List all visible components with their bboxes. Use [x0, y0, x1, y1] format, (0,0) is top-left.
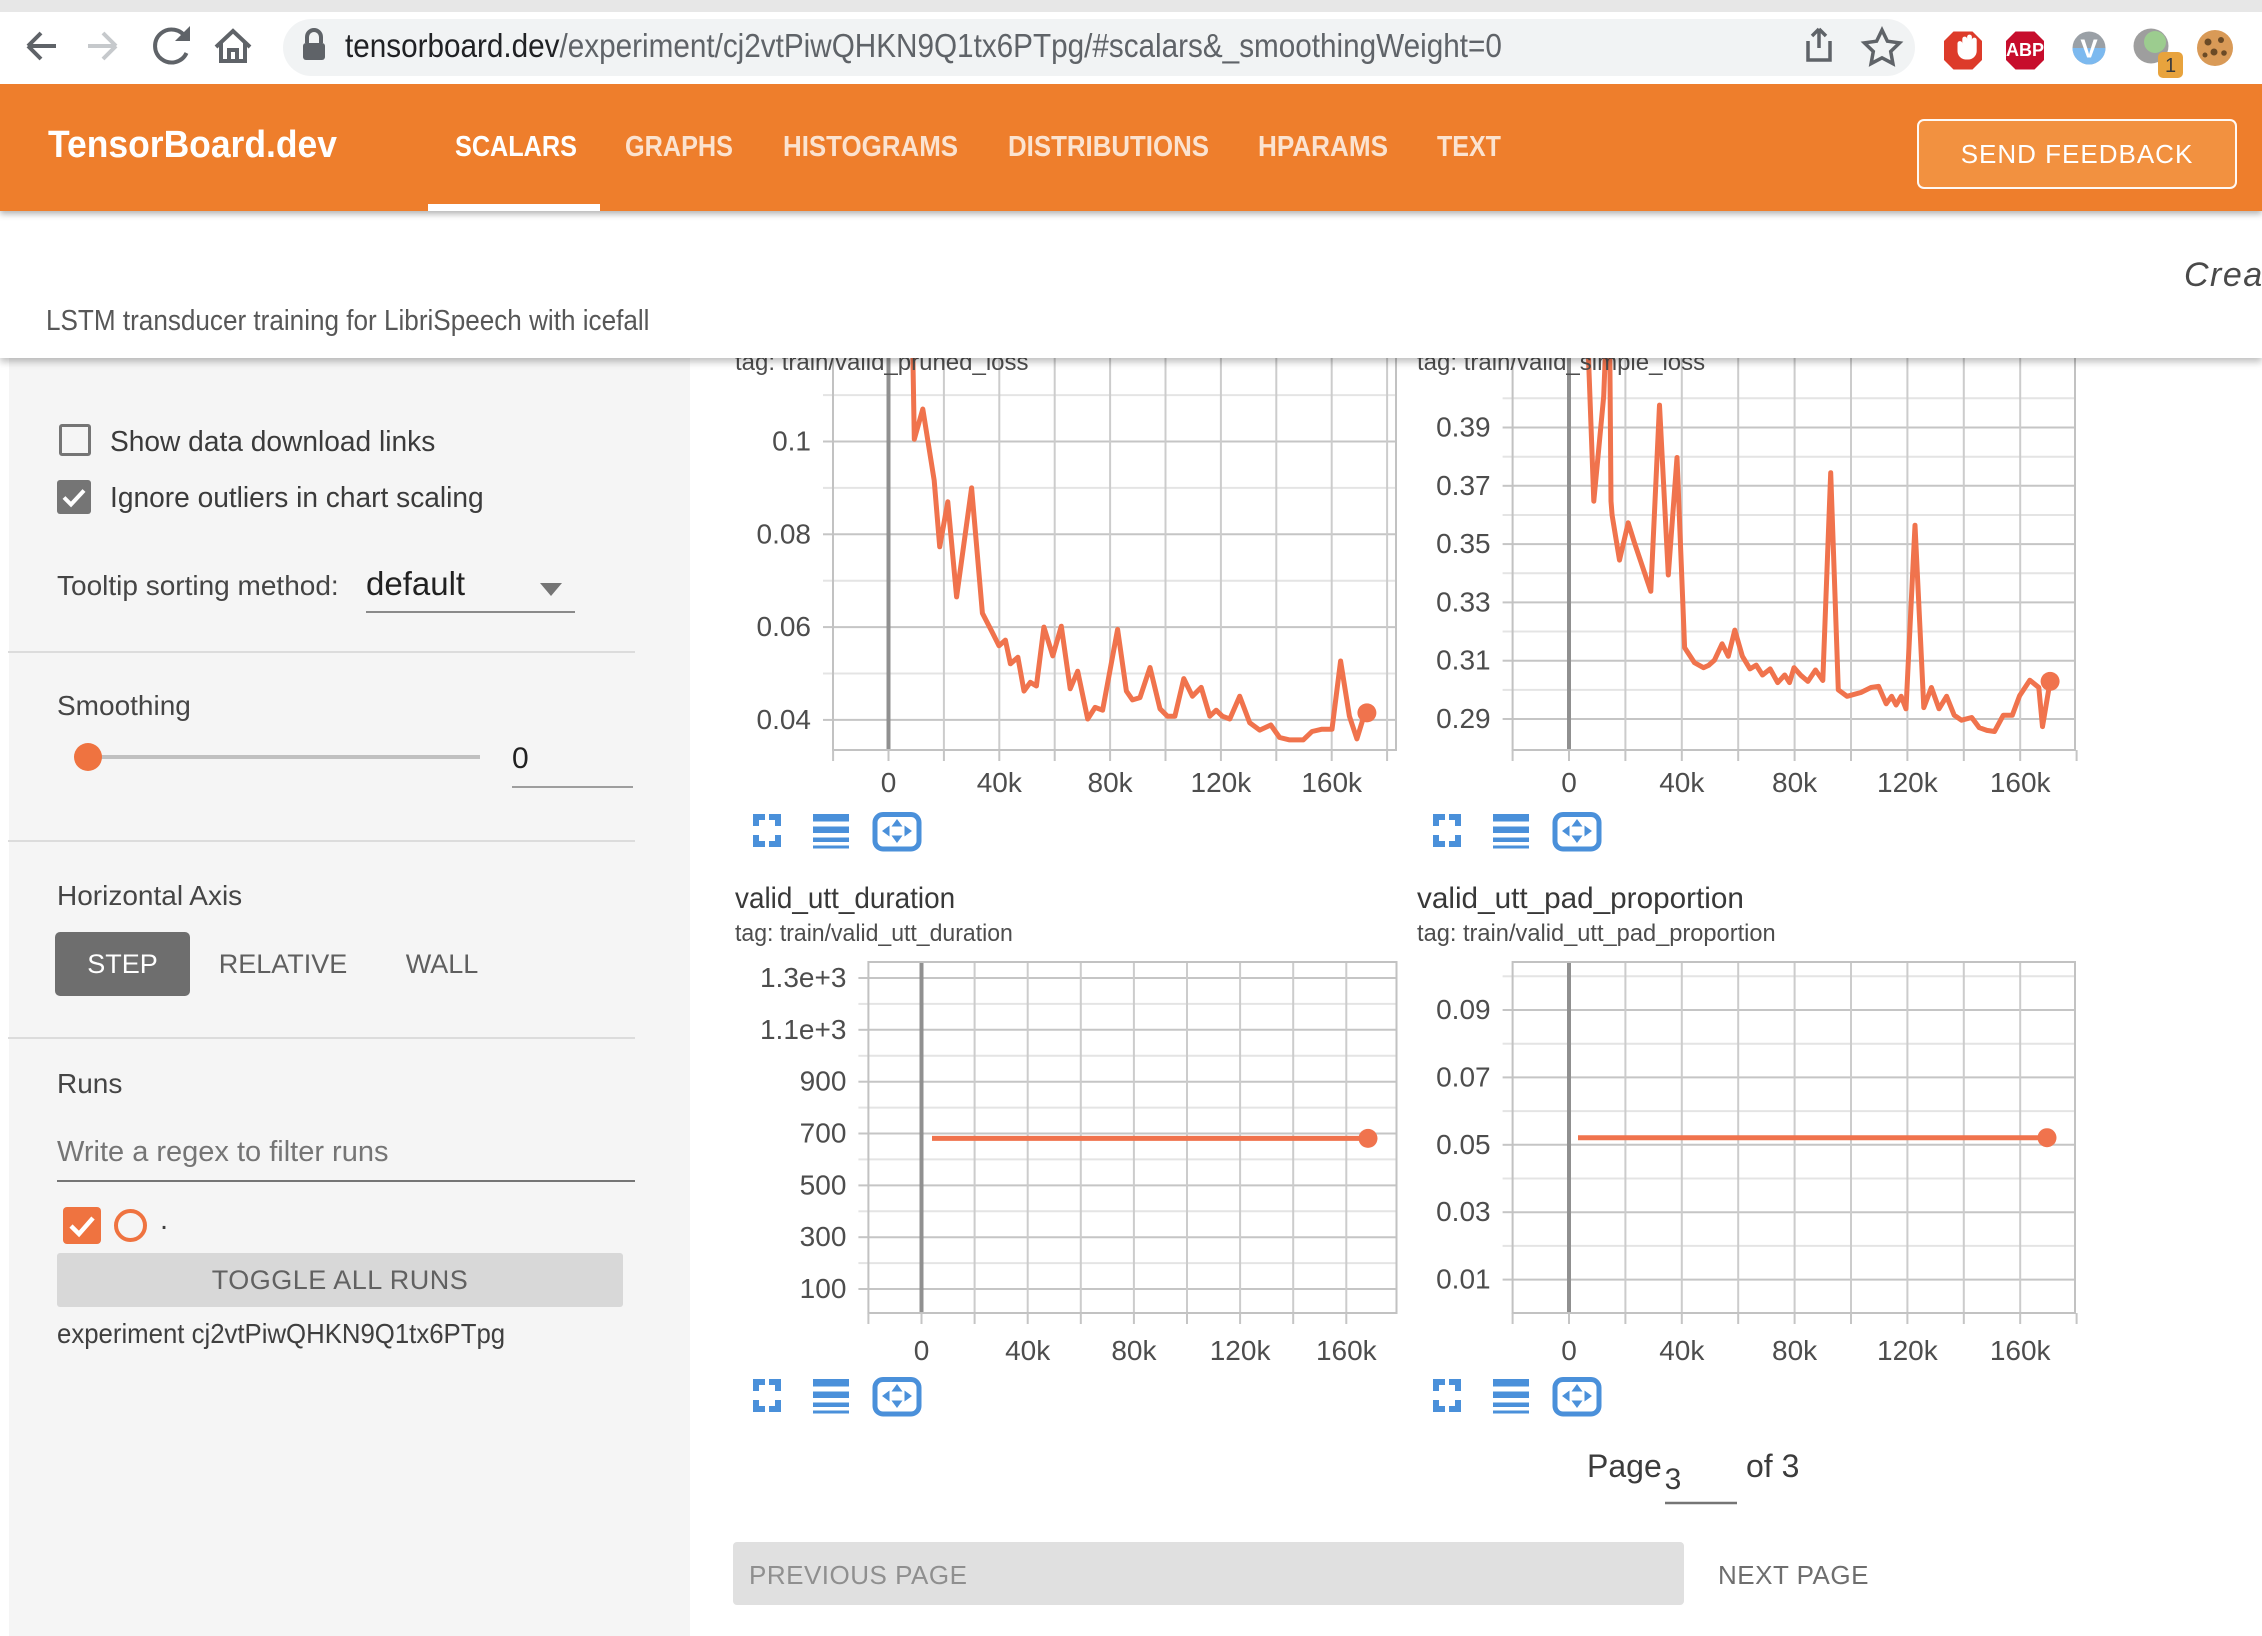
svg-text:PREVIOUS PAGE: PREVIOUS PAGE [749, 1560, 967, 1590]
svg-text:700: 700 [800, 1118, 847, 1149]
svg-text:3: 3 [1665, 1463, 1682, 1496]
svg-text:40k: 40k [1659, 767, 1705, 798]
svg-text:500: 500 [800, 1169, 847, 1200]
svg-text:0: 0 [1561, 767, 1577, 798]
svg-text:120k: 120k [1877, 1335, 1939, 1366]
svg-text:0.04: 0.04 [757, 704, 812, 735]
svg-text:0.05: 0.05 [1436, 1129, 1491, 1160]
svg-text:Page: Page [1587, 1448, 1662, 1484]
svg-text:tensorboard.dev/experiment/cj2: tensorboard.dev/experiment/cj2vtPiwQHKN9… [345, 28, 1502, 65]
svg-text:0.37: 0.37 [1436, 470, 1491, 501]
svg-text:0.03: 0.03 [1436, 1196, 1491, 1227]
svg-text:0.33: 0.33 [1436, 586, 1491, 617]
svg-text:900: 900 [800, 1066, 847, 1097]
svg-text:100: 100 [800, 1273, 847, 1304]
svg-text:160k: 160k [1301, 767, 1363, 798]
svg-text:0.07: 0.07 [1436, 1061, 1491, 1092]
svg-text:0.31: 0.31 [1436, 645, 1491, 676]
svg-text:0.35: 0.35 [1436, 528, 1491, 559]
svg-text:0.06: 0.06 [757, 611, 812, 642]
svg-text:160k: 160k [1316, 1335, 1378, 1366]
svg-text:40k: 40k [1005, 1335, 1051, 1366]
svg-text:0.39: 0.39 [1436, 412, 1491, 443]
svg-text:40k: 40k [977, 767, 1023, 798]
svg-text:1: 1 [2165, 55, 2176, 77]
svg-text:80k: 80k [1772, 1335, 1818, 1366]
svg-text:80k: 80k [1111, 1335, 1157, 1366]
svg-text:0: 0 [1561, 1335, 1577, 1366]
svg-text:tag: train/valid_utt_duration: tag: train/valid_utt_duration [735, 920, 1013, 947]
svg-text:0.29: 0.29 [1436, 703, 1491, 734]
svg-text:120k: 120k [1191, 767, 1253, 798]
svg-text:0: 0 [881, 767, 897, 798]
svg-text:80k: 80k [1772, 767, 1818, 798]
svg-text:80k: 80k [1088, 767, 1134, 798]
svg-text:1.1e+3: 1.1e+3 [760, 1014, 846, 1045]
svg-text:ABP: ABP [2006, 40, 2044, 60]
svg-text:120k: 120k [1877, 767, 1939, 798]
svg-text:valid_utt_duration: valid_utt_duration [735, 882, 955, 915]
svg-text:120k: 120k [1210, 1335, 1272, 1366]
svg-text:0.09: 0.09 [1436, 994, 1491, 1025]
svg-text:0.01: 0.01 [1436, 1264, 1491, 1295]
svg-text:300: 300 [800, 1221, 847, 1252]
svg-text:160k: 160k [1990, 1335, 2052, 1366]
svg-text:40k: 40k [1659, 1335, 1705, 1366]
svg-text:NEXT PAGE: NEXT PAGE [1718, 1560, 1869, 1590]
svg-text:V: V [2080, 34, 2098, 64]
svg-text:160k: 160k [1990, 767, 2052, 798]
svg-text:1.3e+3: 1.3e+3 [760, 962, 846, 993]
svg-text:of 3: of 3 [1746, 1448, 1799, 1484]
svg-text:0.08: 0.08 [757, 518, 812, 549]
svg-text:tag: train/valid_utt_pad_propo: tag: train/valid_utt_pad_proportion [1417, 920, 1776, 947]
svg-text:valid_utt_pad_proportion: valid_utt_pad_proportion [1417, 882, 1744, 915]
svg-text:0.1: 0.1 [772, 426, 811, 457]
svg-text:0: 0 [914, 1335, 930, 1366]
